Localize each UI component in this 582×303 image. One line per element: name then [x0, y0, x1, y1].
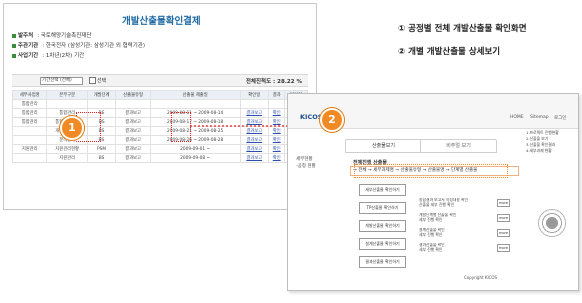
- right-panel: 1.프로젝트 진행현황 2.산출물 보기 3.산출물 확인결과 4.세부과제 현…: [526, 130, 559, 153]
- category-button[interactable]: 개발산출물 확인하기: [359, 220, 406, 232]
- nav-sitemap[interactable]: Sitemap: [530, 115, 549, 120]
- highlight-box: [171, 112, 191, 142]
- progress-rate: 전체진척도 : 28.22 %: [245, 79, 302, 85]
- result-link[interactable]: 확인: [267, 144, 286, 154]
- side-menu: 세부현황 -공정 현황: [296, 156, 316, 170]
- category-button[interactable]: 세부산출물 확인하기: [359, 184, 406, 196]
- check-link[interactable]: 결과보고: [239, 135, 269, 145]
- bullet-icon: [12, 33, 16, 38]
- column-header: 산출물 제출일: [149, 90, 241, 100]
- note-2: ② 개별 개발산출물 상세보기: [398, 47, 501, 57]
- list-item: 설계산출물 확인 세부 진행 확인: [419, 228, 445, 237]
- list-item: 결과산출물 확인 세부 진행 확인: [419, 243, 445, 252]
- filter-checkbox[interactable]: [89, 77, 96, 84]
- column-header: 확인일: [239, 90, 269, 100]
- meta-row: 주관기관: 한국전자 (삼성기관: 삼성기관 외 협력기관): [12, 41, 145, 49]
- list-item: 개발단계별 산출물 확인 세부 진행 확인: [419, 213, 457, 222]
- table-row: 분석단계BS결과보고2009-08-26 ~ 2009-08-28결과보고확인보…: [11, 135, 308, 145]
- side-menu-item[interactable]: 세부현황: [296, 156, 316, 163]
- more-button[interactable]: more: [497, 199, 510, 207]
- filter-bar: 기간선택 (전체) 선택 전체진척도 : 28.22 %: [12, 74, 308, 87]
- side-menu-item[interactable]: -공정 현황: [296, 163, 316, 170]
- column-header: 결과: [267, 90, 286, 100]
- column-header: 산출물유형: [115, 90, 151, 100]
- more-button[interactable]: more: [497, 229, 510, 237]
- meta-row: 사업기간: 1차년(2차) 기간: [12, 51, 84, 59]
- table-row: 통합관리: [11, 99, 308, 109]
- category-button[interactable]: 결과산출물 확인하기: [359, 256, 406, 268]
- more-button[interactable]: more: [497, 214, 510, 222]
- nav-login[interactable]: 로그인: [554, 115, 566, 121]
- table-row: 지원관리지원관리현황PSM결과보고2009-09-01 ~결과보고확인보통: [11, 144, 308, 154]
- result-link[interactable]: 확인: [267, 153, 286, 163]
- more-button[interactable]: more: [497, 244, 510, 252]
- tab-visual[interactable]: 비주얼 보기: [420, 139, 497, 153]
- tab-deliverables[interactable]: 산출물보기: [345, 139, 422, 153]
- column-header: 세부사업명: [11, 90, 48, 100]
- footer: Copyright KICOS: [464, 275, 498, 280]
- decorative-graphic: [533, 204, 571, 242]
- table-row: 지원관리BS결과보고2009-09-08 ~결과보고확인보통: [11, 153, 308, 163]
- bullet-icon: [12, 53, 16, 58]
- bullet-icon: [12, 43, 16, 48]
- checkbox-label: 선택: [97, 78, 107, 84]
- meta-row: 발주처: 국토해양기술촉진재단: [12, 31, 91, 39]
- marker-badge: 1: [60, 116, 84, 140]
- category-button[interactable]: TP산출물 확인하기: [359, 202, 406, 214]
- check-link[interactable]: 결과보고: [239, 153, 269, 163]
- marker-badge: 2: [320, 108, 344, 132]
- column-header: 본부구분: [46, 90, 88, 100]
- check-link[interactable]: 결과보고: [239, 144, 269, 154]
- period-select[interactable]: 기간선택 (전체): [40, 77, 83, 85]
- column-header: 개발단계: [86, 90, 117, 100]
- nav-home[interactable]: HOME: [510, 115, 524, 120]
- note-1: ① 공정별 전체 개발산출물 확인화면: [398, 24, 527, 34]
- table-header-row: 세부사업명 본부구분 개발단계 산출물유형 산출물 제출일 확인일 결과 담당자: [11, 90, 308, 100]
- result-link[interactable]: 확인: [267, 135, 286, 145]
- highlight-box: [354, 164, 508, 178]
- category-button[interactable]: 설계산출물 확인하기: [359, 238, 406, 250]
- list-item: 종합결과 보고서 작성내용 확인 산출물 세부 진행 확인: [419, 198, 469, 207]
- page-title: 개발산출물확인결제: [122, 16, 201, 27]
- overview-screenshot: 개발산출물확인결제 발주처: 국토해양기술촉진재단 주관기관: 한국전자 (삼성…: [3, 3, 317, 210]
